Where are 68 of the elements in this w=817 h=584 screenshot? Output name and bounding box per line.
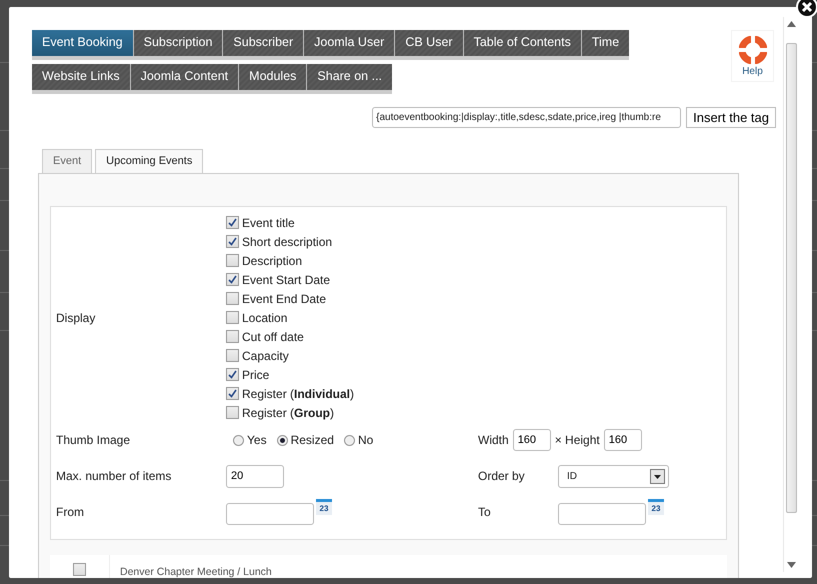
menu-tab[interactable]: Subscription — [134, 30, 224, 56]
checkbox[interactable] — [226, 330, 239, 343]
close-icon[interactable] — [796, 0, 817, 18]
checkbox-label: Short description — [242, 234, 332, 248]
checkbox-label: Register (Group) — [242, 406, 334, 420]
checkbox-label: Price — [242, 368, 270, 382]
from-date-field[interactable] — [226, 503, 314, 525]
checkbox[interactable] — [226, 216, 239, 229]
checkbox[interactable] — [226, 273, 239, 286]
radio-button[interactable] — [276, 434, 288, 446]
to-date-field[interactable] — [558, 503, 646, 525]
display-label: Display — [56, 310, 96, 324]
menu-tab[interactable]: Modules — [239, 64, 308, 90]
radio-label: No — [358, 433, 374, 447]
checkbox-label: Description — [242, 254, 302, 268]
thumb-image-label: Thumb Image — [56, 432, 132, 449]
checkbox[interactable] — [226, 387, 239, 400]
order-by-label: Order by — [478, 469, 526, 483]
menu-tab[interactable]: Joomla User — [304, 30, 396, 56]
checkbox[interactable] — [226, 292, 239, 305]
lifebuoy-icon — [738, 36, 766, 64]
tab[interactable]: Event — [42, 149, 92, 173]
radio-label: Resized — [290, 433, 334, 447]
menu-tab[interactable]: Website Links — [32, 64, 131, 90]
event-title: Denver Chapter Meeting / Lunch — [119, 565, 272, 578]
checkbox-label: Event title — [242, 216, 295, 230]
tag-field[interactable]: {autoeventbooking:|display:,title,sdesc,sdate,price,ireg |thumb:re — [372, 107, 682, 128]
order-by-dropdown[interactable]: ID — [558, 464, 669, 488]
scroll-thumb[interactable] — [786, 43, 797, 513]
checkbox-label: Capacity — [242, 348, 289, 362]
menu-tab[interactable]: Table of Contents — [464, 30, 582, 56]
menu-tab[interactable]: Time — [582, 30, 630, 56]
checkbox[interactable] — [226, 311, 239, 324]
checkbox[interactable] — [226, 254, 239, 267]
help-button[interactable]: Help — [731, 30, 774, 82]
tab[interactable]: Upcoming Events — [95, 149, 204, 173]
menu-tab[interactable]: Subscriber — [223, 30, 304, 56]
scroll-down-icon[interactable] — [787, 562, 796, 568]
height-label: × Height — [554, 433, 600, 447]
max-items-field[interactable]: 20 — [226, 464, 284, 488]
insert-tag-button[interactable]: Insert the tag — [686, 107, 776, 128]
menu-tab[interactable]: Share on ... — [307, 64, 392, 90]
to-label: To — [478, 505, 492, 519]
calendar-icon[interactable]: 23 — [648, 499, 664, 515]
width-label: Width — [478, 433, 509, 447]
max-items-label: Max. number of items — [56, 468, 172, 485]
from-label: From — [56, 504, 85, 521]
radio-button[interactable] — [344, 434, 355, 446]
checkbox[interactable] — [226, 349, 239, 362]
checkbox[interactable] — [226, 368, 239, 381]
scroll-up-icon[interactable] — [787, 21, 796, 27]
checkbox-label: Location — [242, 310, 288, 324]
checkbox-label: Event Start Date — [242, 272, 330, 286]
radio-label: Yes — [247, 433, 267, 447]
caret-icon — [650, 468, 665, 484]
checkbox[interactable] — [226, 235, 239, 248]
checkbox[interactable] — [73, 563, 86, 576]
height-field[interactable]: 160 — [604, 429, 642, 451]
calendar-icon[interactable]: 23 — [316, 499, 332, 515]
checkbox-label: Register (Individual) — [242, 386, 354, 400]
menu-tab[interactable]: Joomla Content — [130, 64, 240, 90]
checkbox-label: Cut off date — [242, 330, 304, 344]
menu-tab[interactable]: CB User — [395, 30, 464, 56]
checkbox-label: Event End Date — [242, 292, 326, 306]
width-field[interactable]: 160 — [512, 429, 551, 451]
radio-button[interactable] — [233, 434, 244, 446]
checkbox[interactable] — [226, 406, 239, 419]
menu-tab[interactable]: Event Booking — [32, 30, 134, 56]
